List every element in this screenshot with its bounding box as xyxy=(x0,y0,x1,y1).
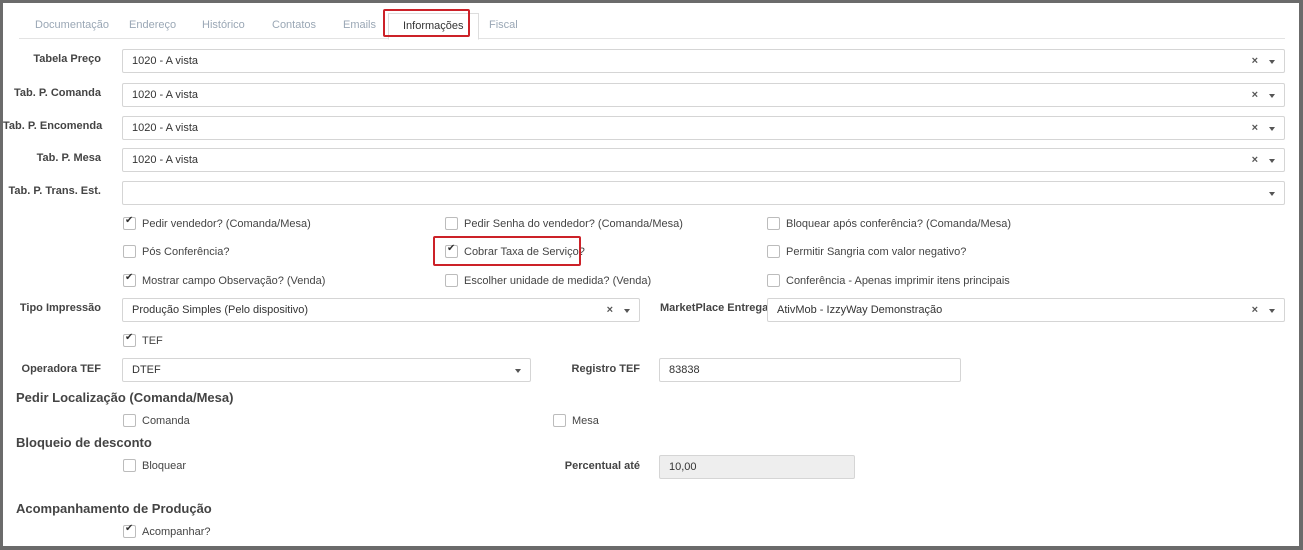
section-title-bloqueio-desconto: Bloqueio de desconto xyxy=(16,435,152,450)
tab-fiscal[interactable]: Fiscal xyxy=(489,11,518,39)
label-tab-p-encomenda: Tab. P. Encomenda xyxy=(3,120,103,132)
select-value: Produção Simples (Pelo dispositivo) xyxy=(132,304,309,316)
checkbox-label: Comanda xyxy=(142,415,190,427)
checkbox-label: Mostrar campo Observação? (Venda) xyxy=(142,275,326,287)
window-frame: Documentação Endereço Histórico Contatos… xyxy=(0,0,1303,550)
chevron-down-icon[interactable] xyxy=(1269,192,1275,196)
label-tab-p-mesa: Tab. P. Mesa xyxy=(36,152,101,164)
select-value: DTEF xyxy=(132,364,161,376)
checkbox-box[interactable] xyxy=(767,245,780,258)
checkbox-label: Acompanhar? xyxy=(142,526,211,538)
select-tab-p-trans-est[interactable] xyxy=(122,181,1285,205)
select-marketplace-entrega[interactable]: AtivMob - IzzyWay Demonstração × xyxy=(767,298,1285,322)
clear-icon[interactable]: × xyxy=(1252,149,1258,172)
tab-endereco[interactable]: Endereço xyxy=(129,11,176,39)
label-percentual-ate: Percentual até xyxy=(564,460,640,472)
label-operadora-tef: Operadora TEF xyxy=(21,363,101,375)
chevron-down-icon[interactable] xyxy=(1269,94,1275,98)
clear-icon[interactable]: × xyxy=(1252,117,1258,140)
check-icon: ✔ xyxy=(125,523,134,534)
checkbox-label: Pedir vendedor? (Comanda/Mesa) xyxy=(142,218,311,230)
select-tab-p-mesa[interactable]: 1020 - A vista × xyxy=(122,148,1285,172)
checkbox-label: Conferência - Apenas imprimir itens prin… xyxy=(786,275,1010,287)
checkbox-label: Cobrar Taxa de Serviço? xyxy=(464,246,585,258)
select-value: 1020 - A vista xyxy=(132,154,199,166)
checkbox-label: Permitir Sangria com valor negativo? xyxy=(786,246,967,258)
select-tabela-preco[interactable]: 1020 - A vista × xyxy=(122,49,1285,73)
checkbox-box[interactable] xyxy=(123,245,136,258)
select-value: 1020 - A vista xyxy=(132,122,199,134)
checkbox-box[interactable] xyxy=(767,217,780,230)
checkbox-box[interactable] xyxy=(123,459,136,472)
chevron-down-icon[interactable] xyxy=(515,369,521,373)
select-operadora-tef[interactable]: DTEF xyxy=(122,358,531,382)
checkbox-box[interactable]: ✔ xyxy=(445,243,458,258)
checkbox-box[interactable] xyxy=(553,414,566,427)
tab-contatos[interactable]: Contatos xyxy=(272,11,316,39)
check-icon: ✔ xyxy=(125,215,134,226)
tab-historico[interactable]: Histórico xyxy=(202,11,245,39)
label-marketplace-entrega: MarketPlace Entrega xyxy=(660,302,769,314)
section-title-pedir-localizacao: Pedir Localização (Comanda/Mesa) xyxy=(16,390,234,405)
label-tab-p-comanda: Tab. P. Comanda xyxy=(13,87,101,99)
checkbox-label: Bloquear xyxy=(142,460,187,472)
select-tab-p-encomenda[interactable]: 1020 - A vista × xyxy=(122,116,1285,140)
select-value: AtivMob - IzzyWay Demonstração xyxy=(777,304,943,316)
select-tipo-impressao[interactable]: Produção Simples (Pelo dispositivo) × xyxy=(122,298,640,322)
clear-icon[interactable]: × xyxy=(1252,50,1258,73)
chevron-down-icon[interactable] xyxy=(624,309,630,313)
checkbox-box[interactable]: ✔ xyxy=(123,332,136,347)
section-title-acompanhamento: Acompanhamento de Produção xyxy=(16,501,212,516)
clear-icon[interactable]: × xyxy=(1252,299,1258,322)
chevron-down-icon[interactable] xyxy=(1269,159,1275,163)
input-percentual-ate[interactable]: 10,00 xyxy=(659,455,855,479)
checkbox-label: Pós Conferência? xyxy=(142,246,230,258)
label-tipo-impressao: Tipo Impressão xyxy=(19,302,101,314)
input-registro-tef[interactable]: 83838 xyxy=(659,358,961,382)
label-registro-tef: Registro TEF xyxy=(571,363,640,375)
select-value: 1020 - A vista xyxy=(132,89,199,101)
chevron-down-icon[interactable] xyxy=(1269,60,1275,64)
select-value: 1020 - A vista xyxy=(132,55,199,67)
checkbox-box[interactable]: ✔ xyxy=(123,215,136,230)
chevron-down-icon[interactable] xyxy=(1269,127,1275,131)
checkbox-label: TEF xyxy=(142,335,163,347)
tab-bar: Documentação Endereço Histórico Contatos… xyxy=(19,11,1285,40)
chevron-down-icon[interactable] xyxy=(1269,309,1275,313)
checkbox-box[interactable] xyxy=(445,274,458,287)
checkbox-label: Escolher unidade de medida? (Venda) xyxy=(464,275,652,287)
checkbox-label: Mesa xyxy=(572,415,599,427)
check-icon: ✔ xyxy=(125,332,134,343)
check-icon: ✔ xyxy=(125,272,134,283)
checkbox-box[interactable] xyxy=(767,274,780,287)
checkbox-box[interactable]: ✔ xyxy=(123,272,136,287)
label-tabela-preco: Tabela Preço xyxy=(33,53,101,65)
checkbox-box[interactable] xyxy=(445,217,458,230)
checkbox-box[interactable] xyxy=(123,414,136,427)
tab-documentacao[interactable]: Documentação xyxy=(35,11,109,39)
clear-icon[interactable]: × xyxy=(1252,84,1258,107)
checkbox-label: Pedir Senha do vendedor? (Comanda/Mesa) xyxy=(464,218,683,230)
label-tab-p-trans-est: Tab. P. Trans. Est. xyxy=(8,185,101,197)
check-icon: ✔ xyxy=(447,243,456,254)
clear-icon[interactable]: × xyxy=(607,299,613,322)
select-tab-p-comanda[interactable]: 1020 - A vista × xyxy=(122,83,1285,107)
tab-emails[interactable]: Emails xyxy=(343,11,376,39)
checkbox-box[interactable]: ✔ xyxy=(123,523,136,538)
checkbox-label: Bloquear após conferência? (Comanda/Mesa… xyxy=(786,218,1012,230)
tab-informacoes[interactable]: Informações xyxy=(388,13,479,40)
